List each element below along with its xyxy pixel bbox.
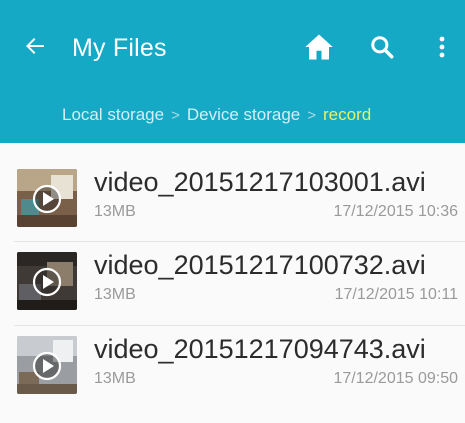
more-options-button[interactable] (430, 30, 454, 64)
arrow-left-icon (26, 38, 44, 54)
breadcrumb-separator: > (171, 106, 180, 124)
file-name: video_20151217094743.avi (94, 334, 426, 364)
back-button[interactable] (20, 31, 50, 61)
file-name: video_20151217103001.avi (94, 167, 426, 197)
breadcrumb-record[interactable]: record (323, 105, 371, 125)
breadcrumb-device-storage[interactable]: Device storage (187, 105, 300, 125)
more-vertical-icon (439, 36, 445, 58)
app-bar: My Files Local storage > Device storage … (0, 0, 465, 143)
breadcrumb: Local storage > Device storage > record (62, 103, 371, 127)
list-item[interactable]: video_20151217094743.avi 13MB 17/12/2015… (0, 325, 465, 409)
file-name: video_20151217100732.avi (94, 250, 426, 280)
file-date: 17/12/2015 09:50 (333, 370, 458, 387)
home-button[interactable] (301, 30, 337, 64)
video-thumbnail-icon (17, 169, 77, 227)
list-item[interactable]: video_20151217103001.avi 13MB 17/12/2015… (0, 158, 465, 242)
search-button[interactable] (365, 30, 399, 64)
file-date: 17/12/2015 10:11 (334, 286, 458, 303)
page-title: My Files (72, 34, 167, 62)
breadcrumb-local-storage[interactable]: Local storage (62, 105, 164, 125)
file-date: 17/12/2015 10:36 (333, 203, 458, 220)
video-thumbnail-icon (17, 336, 77, 394)
home-icon (305, 34, 333, 60)
file-size: 13MB (94, 286, 136, 303)
search-icon (371, 36, 394, 59)
file-size: 13MB (94, 203, 136, 220)
breadcrumb-separator: > (307, 106, 316, 124)
file-size: 13MB (94, 370, 136, 387)
file-list: video_20151217103001.avi 13MB 17/12/2015… (0, 143, 465, 423)
list-item[interactable]: video_20151217100732.avi 13MB 17/12/2015… (0, 241, 465, 325)
video-thumbnail-icon (17, 252, 77, 310)
toolbar: My Files (0, 0, 465, 95)
divider (14, 325, 465, 326)
divider (14, 241, 465, 242)
